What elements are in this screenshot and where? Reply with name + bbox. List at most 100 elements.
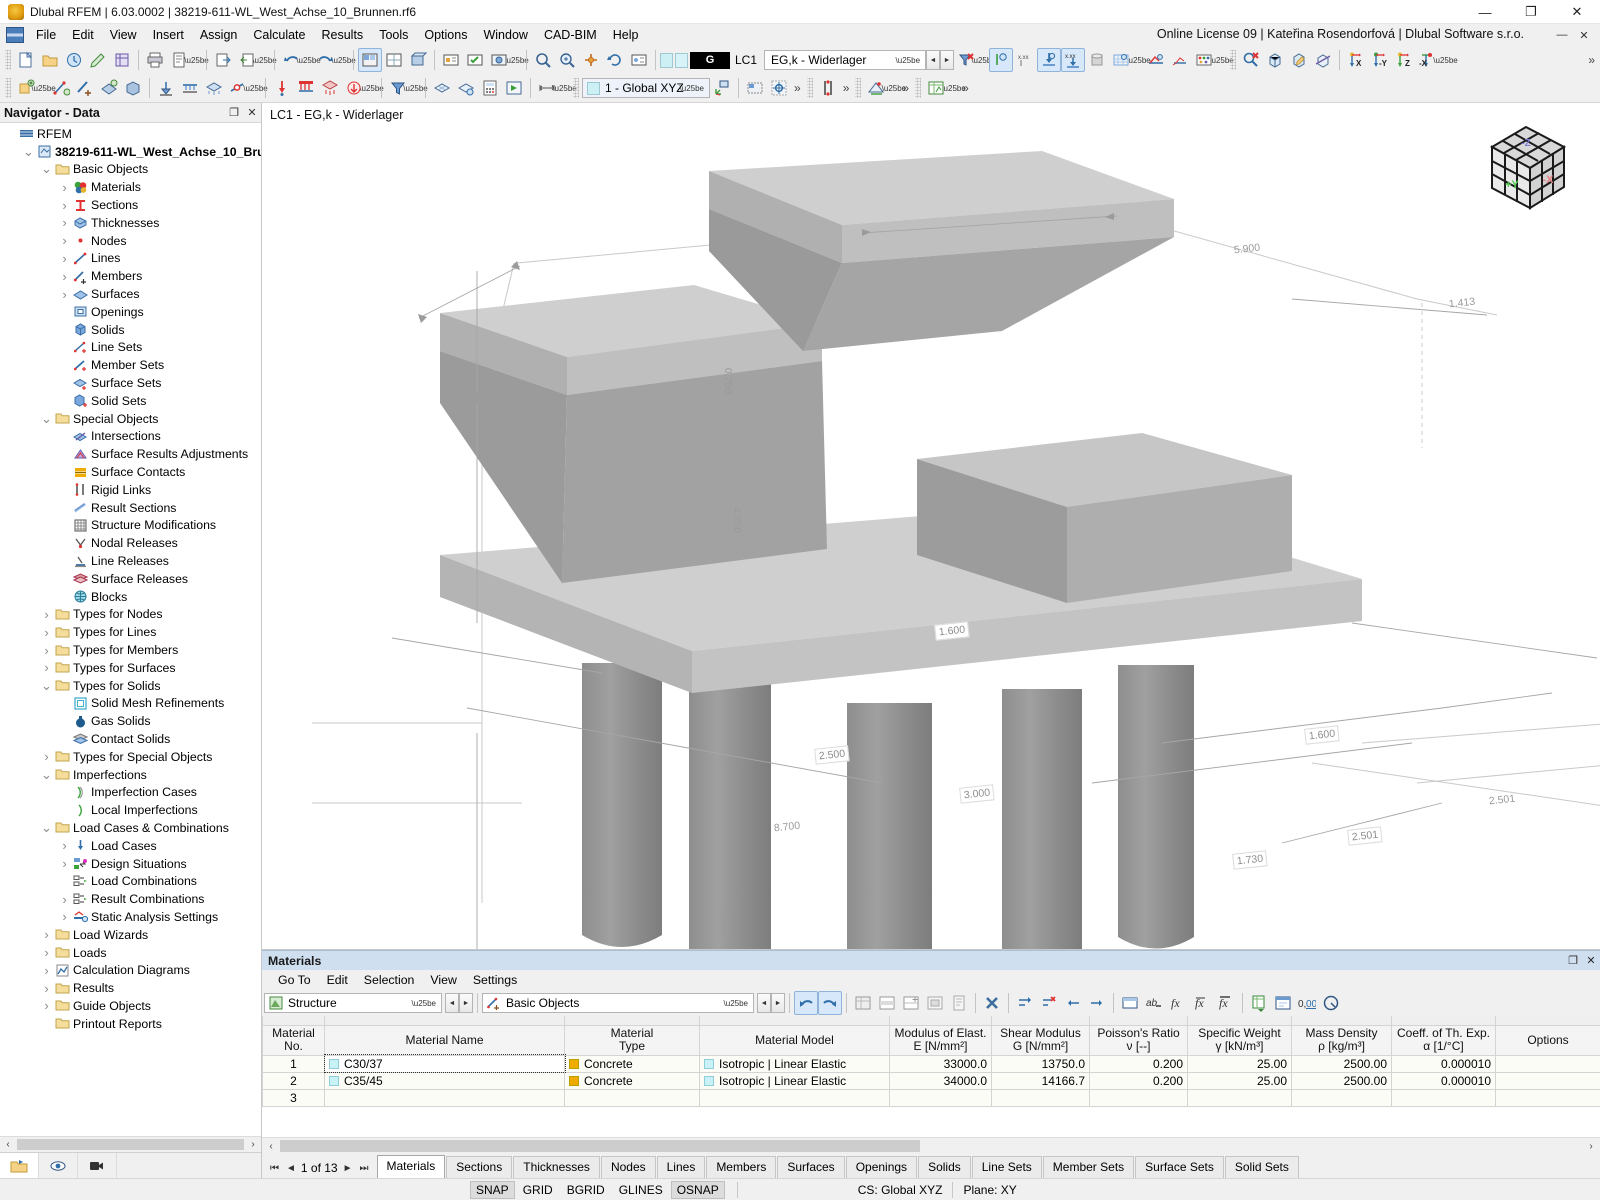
dimension-dropdown-caret[interactable]: \u25be xyxy=(552,76,576,100)
cell-material-no[interactable]: 1 xyxy=(262,1054,325,1073)
tree-item-solid-sets[interactable]: Solid Sets xyxy=(0,392,261,410)
tree-item-types-for-solids[interactable]: ⌄ Types for Solids xyxy=(0,677,261,695)
tree-item-surface-sets[interactable]: Surface Sets xyxy=(0,374,261,392)
dock-menu-view[interactable]: View xyxy=(422,971,464,989)
scroll-thumb[interactable] xyxy=(17,1139,244,1150)
table-column-header[interactable]: Material Type xyxy=(564,1024,700,1056)
dock-tab-member-sets[interactable]: Member Sets xyxy=(1042,1156,1135,1178)
chevron-down-icon[interactable]: ⌄ xyxy=(22,145,35,158)
view-in-x-button[interactable]: X xyxy=(1344,48,1368,72)
dock-tab-surfaces[interactable]: Surfaces xyxy=(777,1156,845,1178)
chevron-right-icon[interactable]: › xyxy=(58,269,71,284)
table-column-header[interactable]: Shear Modulus G [N/mm²] xyxy=(991,1024,1090,1056)
plane-overflow-button[interactable]: » xyxy=(791,81,804,95)
load-dropdown-caret[interactable]: \u25be xyxy=(359,76,383,100)
menu-calculate[interactable]: Calculate xyxy=(245,25,313,45)
chevron-down-icon[interactable]: ⌄ xyxy=(40,679,53,692)
table-row[interactable]: 2 C35/45 Concrete Isotropic | Linear Elasti… xyxy=(262,1071,1600,1090)
load-case-combo[interactable]: EG,k - Widerlager \u25be xyxy=(764,50,927,70)
load-case-prev-button[interactable]: ◄ xyxy=(926,50,941,70)
chevron-down-icon[interactable]: ⌄ xyxy=(40,412,53,425)
line-overflow-button[interactable]: » xyxy=(840,81,853,95)
minimize-button[interactable]: — xyxy=(1462,0,1508,24)
new-node-button[interactable] xyxy=(14,76,38,100)
menu-options[interactable]: Options xyxy=(416,25,475,45)
filter-button[interactable] xyxy=(386,76,410,100)
coordinate-system-edit-button[interactable] xyxy=(710,76,734,100)
cell-E[interactable]: 33000.0 xyxy=(889,1054,992,1073)
chevron-right-icon[interactable]: › xyxy=(40,660,53,675)
tree-item-types-for-members[interactable]: › Types for Members xyxy=(0,641,261,659)
chevron-right-icon[interactable]: › xyxy=(40,963,53,978)
formula-fx2-button[interactable]: fx xyxy=(1190,991,1214,1015)
edit-view-button[interactable] xyxy=(1287,48,1311,72)
cell-name[interactable]: C30/37 xyxy=(323,1054,566,1073)
chevron-right-icon[interactable]: › xyxy=(40,927,53,942)
chevron-right-icon[interactable]: › xyxy=(58,251,71,266)
new-surface-button[interactable] xyxy=(97,76,121,100)
table-column-header[interactable]: Material Model xyxy=(699,1024,890,1056)
dock-menu-go-to[interactable]: Go To xyxy=(270,971,319,989)
calculate-all-button[interactable] xyxy=(502,76,526,100)
cell-gamma[interactable] xyxy=(1187,1088,1292,1107)
section-view-button[interactable] xyxy=(1311,48,1335,72)
scroll-thumb[interactable] xyxy=(280,1140,920,1152)
chevron-right-icon[interactable]: › xyxy=(40,945,53,960)
chevron-right-icon[interactable]: › xyxy=(40,643,53,658)
tree-item-results[interactable]: › Results xyxy=(0,979,261,997)
table-column-header[interactable]: Material No. xyxy=(262,1024,325,1056)
cell-nu[interactable] xyxy=(1089,1088,1188,1107)
new-surface-load-button[interactable] xyxy=(318,76,342,100)
tree-item-basic-objects[interactable]: ⌄ Basic Objects xyxy=(0,161,261,179)
mesh-settings-button[interactable] xyxy=(454,76,478,100)
tree-item-imperfection-cases[interactable]: Imperfection Cases xyxy=(0,783,261,801)
new-member-button[interactable] xyxy=(73,76,97,100)
table-column-header[interactable]: Poisson's Ratio ν [--] xyxy=(1089,1024,1188,1056)
tree-item-guide-objects[interactable]: › Guide Objects xyxy=(0,997,261,1015)
tree-item-types-for-surfaces[interactable]: › Types for Surfaces xyxy=(0,659,261,677)
materials-dock-float-button[interactable]: ❐ xyxy=(1564,954,1582,967)
chevron-right-icon[interactable]: › xyxy=(58,856,71,871)
tables-button[interactable] xyxy=(924,76,948,100)
coordinate-system-combo[interactable]: 1 - Global XYZ \u25be xyxy=(582,78,710,98)
toolbar-grip[interactable] xyxy=(1230,50,1237,70)
chevron-right-icon[interactable]: › xyxy=(58,892,71,907)
mesh-generate-button[interactable] xyxy=(430,76,454,100)
table-help-button[interactable] xyxy=(1319,991,1343,1015)
cell-gamma[interactable]: 25.00 xyxy=(1187,1071,1292,1090)
chevron-right-icon[interactable]: › xyxy=(58,287,71,302)
cell-G[interactable]: 14166.7 xyxy=(991,1071,1090,1090)
design-overflow-button[interactable]: » xyxy=(899,81,912,95)
tree-item-surface-contacts[interactable]: Surface Contacts xyxy=(0,463,261,481)
materials-table-wrapper[interactable]: Material No. Material Name Material Type Mate… xyxy=(262,1016,1600,1137)
cell-G[interactable]: 13750.0 xyxy=(991,1054,1090,1073)
show-load-values-button[interactable] xyxy=(989,48,1014,72)
cell-model[interactable]: Isotropic | Linear Elastic xyxy=(699,1071,890,1090)
print-dropdown-caret[interactable]: \u25be xyxy=(184,48,208,72)
dock-tab-line-sets[interactable]: Line Sets xyxy=(971,1156,1042,1178)
cell-options[interactable] xyxy=(1495,1071,1600,1090)
tree-item-load-combinations[interactable]: Load Combinations xyxy=(0,872,261,890)
templates-button[interactable] xyxy=(110,48,134,72)
tree-item-gas-solids[interactable]: Gas Solids xyxy=(0,712,261,730)
tree-item-nodes[interactable]: › Nodes xyxy=(0,232,261,250)
tree-item-imperfections[interactable]: ⌄ Imperfections xyxy=(0,766,261,784)
delete-loads-button[interactable] xyxy=(954,48,978,72)
tree-item-materials[interactable]: › Materials xyxy=(0,178,261,196)
outdent-rows-button[interactable] xyxy=(1061,991,1085,1015)
load-case-next-button[interactable]: ► xyxy=(940,50,955,70)
tree-item-local-imperfections[interactable]: Local Imperfections xyxy=(0,801,261,819)
loads-dropdown-caret[interactable]: \u25be xyxy=(971,48,995,72)
tree-item-lines[interactable]: › Lines xyxy=(0,250,261,268)
scroll-right-icon[interactable]: › xyxy=(245,1139,261,1150)
open-model-button[interactable] xyxy=(38,48,62,72)
cell-material-no[interactable]: 2 xyxy=(262,1071,325,1090)
cell-options[interactable] xyxy=(1495,1054,1600,1073)
abacus-button[interactable] xyxy=(1192,48,1216,72)
view-dropdown-caret[interactable]: \u25be xyxy=(1433,48,1457,72)
menu-cad-bim[interactable]: CAD-BIM xyxy=(536,25,605,45)
cell-name[interactable] xyxy=(324,1088,565,1107)
tree-item-members[interactable]: › Members xyxy=(0,267,261,285)
redo-button[interactable] xyxy=(314,48,338,72)
select-row-button[interactable] xyxy=(875,991,899,1015)
